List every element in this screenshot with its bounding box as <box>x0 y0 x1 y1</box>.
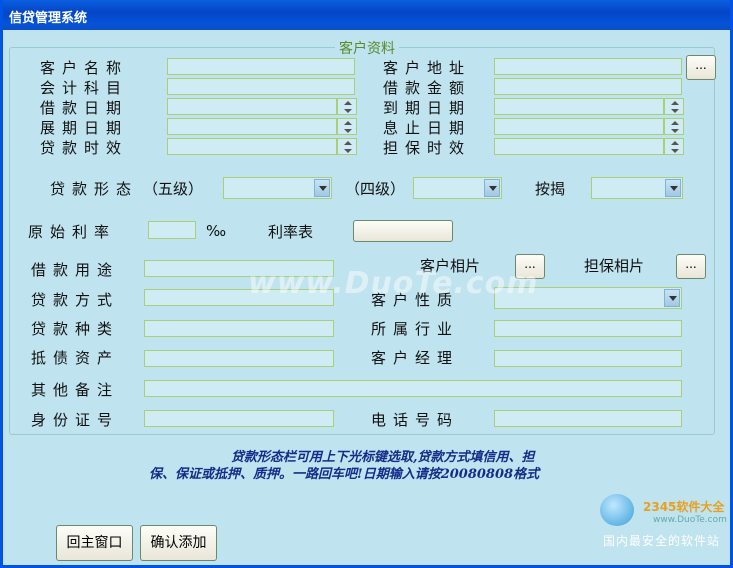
label-loan-validity: 贷款时效 <box>40 139 129 157</box>
loan-validity-spinner[interactable] <box>337 138 357 155</box>
label-five-level: （五级） <box>143 180 204 198</box>
collateral-input[interactable] <box>144 350 334 367</box>
hint-line-2: 保、保证或抵押、质押。一路回车吧!日期输入请按20080808格式 <box>149 467 540 482</box>
window-title: 信贷管理系统 <box>9 11 88 26</box>
mascot-icon <box>600 494 634 526</box>
five-level-select[interactable] <box>223 177 332 199</box>
industry-input[interactable] <box>494 320 682 337</box>
label-permille: ‰ <box>206 222 227 240</box>
other-notes-input[interactable] <box>144 380 682 397</box>
group-title: 客户资料 <box>335 38 399 58</box>
chevron-down-icon[interactable] <box>314 179 330 197</box>
label-id-number: 身份证号 <box>31 411 120 429</box>
label-loan-amount: 借款金额 <box>383 79 472 97</box>
extension-date-input[interactable] <box>167 118 337 135</box>
label-loan-date: 借款日期 <box>40 99 129 117</box>
customer-address-input[interactable] <box>494 58 682 75</box>
label-four-level: （四级） <box>345 180 406 198</box>
label-pledge: 按揭 <box>535 180 566 198</box>
label-phone-number: 电话号码 <box>371 411 460 429</box>
watermark: www.DuoTe.com <box>248 266 539 301</box>
loan-date-spinner[interactable] <box>337 98 357 115</box>
loan-date-input[interactable] <box>167 98 337 115</box>
loan-amount-input[interactable] <box>494 78 682 95</box>
label-customer-manager: 客户经理 <box>371 349 460 367</box>
loan-validity-input[interactable] <box>167 138 337 155</box>
label-loan-form: 贷款形态 <box>50 180 139 198</box>
label-rate-table: 利率表 <box>268 223 314 241</box>
label-extension-date: 展期日期 <box>40 119 129 137</box>
label-guarantee-photo: 担保相片 <box>584 257 645 275</box>
rate-table-button[interactable] <box>353 220 453 242</box>
chevron-down-icon[interactable] <box>664 289 680 307</box>
phone-number-input[interactable] <box>494 410 682 427</box>
label-industry: 所属行业 <box>371 320 460 338</box>
label-due-date: 到期日期 <box>383 99 472 117</box>
logo-brand: 2345软件大全 <box>643 500 725 514</box>
extension-date-spinner[interactable] <box>337 118 357 135</box>
logo-slogan: 国内最安全的软件站 <box>603 534 721 548</box>
label-customer-name: 客户名称 <box>40 59 129 77</box>
back-main-button[interactable]: 回主窗口 <box>56 525 133 561</box>
guarantee-validity-input[interactable] <box>494 138 664 155</box>
confirm-add-button[interactable]: 确认添加 <box>140 525 217 561</box>
chevron-down-icon[interactable] <box>665 179 681 197</box>
label-loan-type: 贷款种类 <box>31 320 120 338</box>
guarantee-photo-button[interactable]: ... <box>676 254 706 279</box>
loan-type-input[interactable] <box>144 320 334 337</box>
pledge-select[interactable] <box>591 177 683 199</box>
customer-name-input[interactable] <box>167 58 355 75</box>
address-browse-button[interactable]: ... <box>686 55 716 80</box>
label-loan-purpose: 借款用途 <box>31 261 120 279</box>
label-original-rate: 原始利率 <box>28 223 117 241</box>
title-bar[interactable]: 信贷管理系统 <box>3 0 730 30</box>
guarantee-validity-spinner[interactable] <box>664 138 684 155</box>
chevron-down-icon[interactable] <box>484 179 500 197</box>
interest-stop-date-input[interactable] <box>494 118 664 135</box>
label-interest-stop-date: 息止日期 <box>383 119 472 137</box>
logo-url: www.DuoTe.com <box>653 515 727 525</box>
label-collateral: 抵债资产 <box>31 349 120 367</box>
label-customer-address: 客户地址 <box>383 59 472 77</box>
label-other-notes: 其他备注 <box>31 381 120 399</box>
id-number-input[interactable] <box>144 410 334 427</box>
customer-manager-input[interactable] <box>494 350 682 367</box>
due-date-spinner[interactable] <box>664 98 684 115</box>
due-date-input[interactable] <box>494 98 664 115</box>
label-account-subject: 会计科目 <box>40 79 129 97</box>
main-window: 信贷管理系统 客户资料 客户名称 客户地址 ... 会计科目 借款金额 借款日期… <box>0 0 733 568</box>
site-logo: 2345软件大全 www.DuoTe.com 国内最安全的软件站 <box>598 492 733 552</box>
account-subject-input[interactable] <box>167 78 355 95</box>
label-loan-method: 贷款方式 <box>31 291 120 309</box>
interest-stop-date-spinner[interactable] <box>664 118 684 135</box>
label-guarantee-validity: 担保时效 <box>383 139 472 157</box>
four-level-select[interactable] <box>413 177 502 199</box>
original-rate-input[interactable] <box>148 221 196 239</box>
